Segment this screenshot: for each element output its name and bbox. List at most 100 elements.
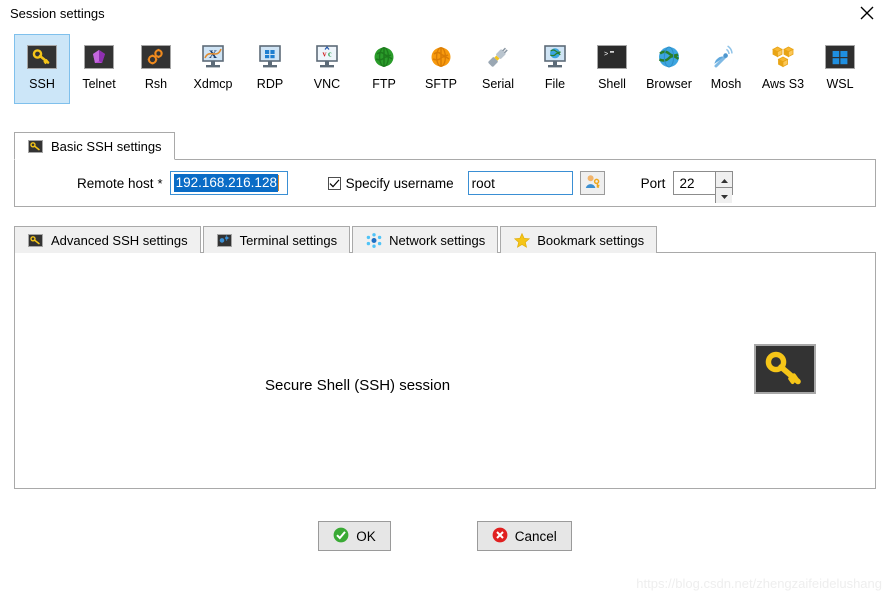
advanced-settings-tabstrip: Advanced SSH settings Terminal settings [14, 225, 876, 253]
svg-text:c: c [328, 50, 332, 59]
wsl-windows-icon [824, 44, 856, 70]
caret-down-icon [720, 188, 729, 203]
tab-label: Network settings [389, 232, 486, 248]
session-type-label: File [544, 77, 566, 91]
key-icon [27, 233, 44, 247]
session-type-label: Browser [646, 77, 692, 91]
session-type-label: FTP [372, 77, 396, 91]
mosh-dish-icon [710, 44, 742, 70]
basic-settings-pane: Remote host * 192.168.216.128 Specify us… [14, 159, 876, 207]
dialog-footer: OK Cancel [0, 521, 890, 551]
session-type-telnet[interactable]: Telnet [71, 34, 127, 104]
session-type-rsh[interactable]: Rsh [128, 34, 184, 104]
session-type-label: SSH [29, 77, 55, 91]
port-spin-arrows [715, 172, 733, 203]
session-description-pane: Secure Shell (SSH) session [14, 252, 876, 489]
remote-host-input[interactable]: 192.168.216.128 [169, 171, 288, 195]
port-stepper[interactable]: 22 [673, 171, 734, 203]
username-input[interactable]: root [467, 171, 573, 195]
telnet-gem-icon [83, 44, 115, 70]
tab-label: Terminal settings [239, 232, 338, 248]
aws-s3-cubes-icon [767, 44, 799, 70]
session-type-label: Aws S3 [761, 77, 805, 91]
watermark-text: https://blog.csdn.net/zhengzaifeidelusha… [636, 576, 882, 591]
window-title: Session settings [10, 5, 105, 21]
session-type-label: SFTP [425, 77, 457, 91]
select-user-button[interactable] [579, 171, 605, 195]
session-type-serial[interactable]: Serial [470, 34, 526, 104]
tab-network-settings[interactable]: Network settings [352, 226, 499, 253]
remote-host-value: 192.168.216.128 [173, 173, 278, 193]
ok-button[interactable]: OK [318, 521, 391, 551]
session-type-mosh[interactable]: Mosh [698, 34, 754, 104]
svg-text:v: v [323, 50, 327, 59]
basic-settings-tabstrip: Basic SSH settings [14, 132, 876, 160]
session-type-toolbar: SSH Telnet Rsh X Xdmcp RDP v c VNC FTP S… [0, 26, 890, 124]
port-value: 22 [679, 175, 695, 191]
username-value: root [471, 175, 495, 191]
serial-plug-icon [482, 44, 514, 70]
window-titlebar: Session settings [0, 0, 890, 26]
sftp-globe-icon [425, 44, 457, 70]
session-type-ssh[interactable]: SSH [14, 34, 70, 104]
ssh-key-large-icon [754, 344, 816, 394]
session-type-rdp[interactable]: RDP [242, 34, 298, 104]
xdmcp-monitor-icon: X [197, 44, 229, 70]
remote-host-label: Remote host [77, 175, 154, 191]
session-type-label: VNC [313, 77, 341, 91]
ftp-globe-icon [368, 44, 400, 70]
close-button[interactable] [844, 0, 890, 26]
check-circle-icon [333, 527, 349, 546]
ok-button-label: OK [356, 528, 376, 544]
session-type-shell[interactable]: > Shell [584, 34, 640, 104]
tab-terminal-settings[interactable]: Terminal settings [202, 226, 351, 253]
shell-prompt-icon: > [596, 44, 628, 70]
x-circle-icon [492, 527, 508, 546]
user-key-icon [584, 174, 601, 193]
file-monitor-icon [539, 44, 571, 70]
session-type-file[interactable]: File [527, 34, 583, 104]
terminal-icon [216, 233, 233, 247]
tab-label: Advanced SSH settings [51, 232, 188, 248]
network-icon [365, 232, 382, 248]
close-icon [860, 6, 874, 20]
tab-label: Bookmark settings [537, 232, 645, 248]
session-type-label: WSL [826, 77, 854, 91]
session-type-xdmcp[interactable]: X Xdmcp [185, 34, 241, 104]
tab-basic-ssh-settings[interactable]: Basic SSH settings [14, 132, 175, 160]
tab-label: Basic SSH settings [51, 138, 162, 154]
session-type-browser[interactable]: Browser [641, 34, 697, 104]
ssh-key-icon [26, 44, 58, 70]
key-icon [27, 139, 44, 153]
remote-host-required-marker: * [157, 175, 163, 191]
vnc-monitor-icon: v c [311, 44, 343, 70]
session-type-label: Xdmcp [193, 77, 233, 91]
browser-globe-icon [653, 44, 685, 70]
session-type-label: Shell [598, 77, 626, 91]
rsh-gears-icon [140, 44, 172, 70]
svg-text:>: > [604, 51, 608, 59]
checkbox-box [327, 176, 341, 190]
caret-up-icon [720, 172, 729, 187]
port-label: Port [640, 175, 666, 191]
session-type-wsl[interactable]: WSL [812, 34, 868, 104]
session-type-sftp[interactable]: SFTP [413, 34, 469, 104]
tab-bookmark-settings[interactable]: Bookmark settings [500, 226, 658, 253]
port-decrement-button[interactable] [715, 188, 733, 203]
session-type-ftp[interactable]: FTP [356, 34, 412, 104]
port-increment-button[interactable] [715, 172, 733, 188]
cancel-button-label: Cancel [514, 528, 557, 544]
cancel-button[interactable]: Cancel [476, 521, 572, 551]
session-type-label: Mosh [710, 77, 742, 91]
text-caret [277, 175, 279, 191]
specify-username-checkbox[interactable]: Specify username [327, 176, 454, 191]
session-type-label: Telnet [82, 77, 116, 91]
session-description-text: Secure Shell (SSH) session [265, 377, 451, 394]
session-type-label: Rsh [144, 77, 168, 91]
tab-advanced-ssh-settings[interactable]: Advanced SSH settings [14, 226, 201, 253]
session-type-aws-s3[interactable]: Aws S3 [755, 34, 811, 104]
star-icon [513, 232, 530, 248]
session-type-vnc[interactable]: v c VNC [299, 34, 355, 104]
session-type-label: Serial [482, 77, 514, 91]
rdp-monitor-icon [254, 44, 286, 70]
